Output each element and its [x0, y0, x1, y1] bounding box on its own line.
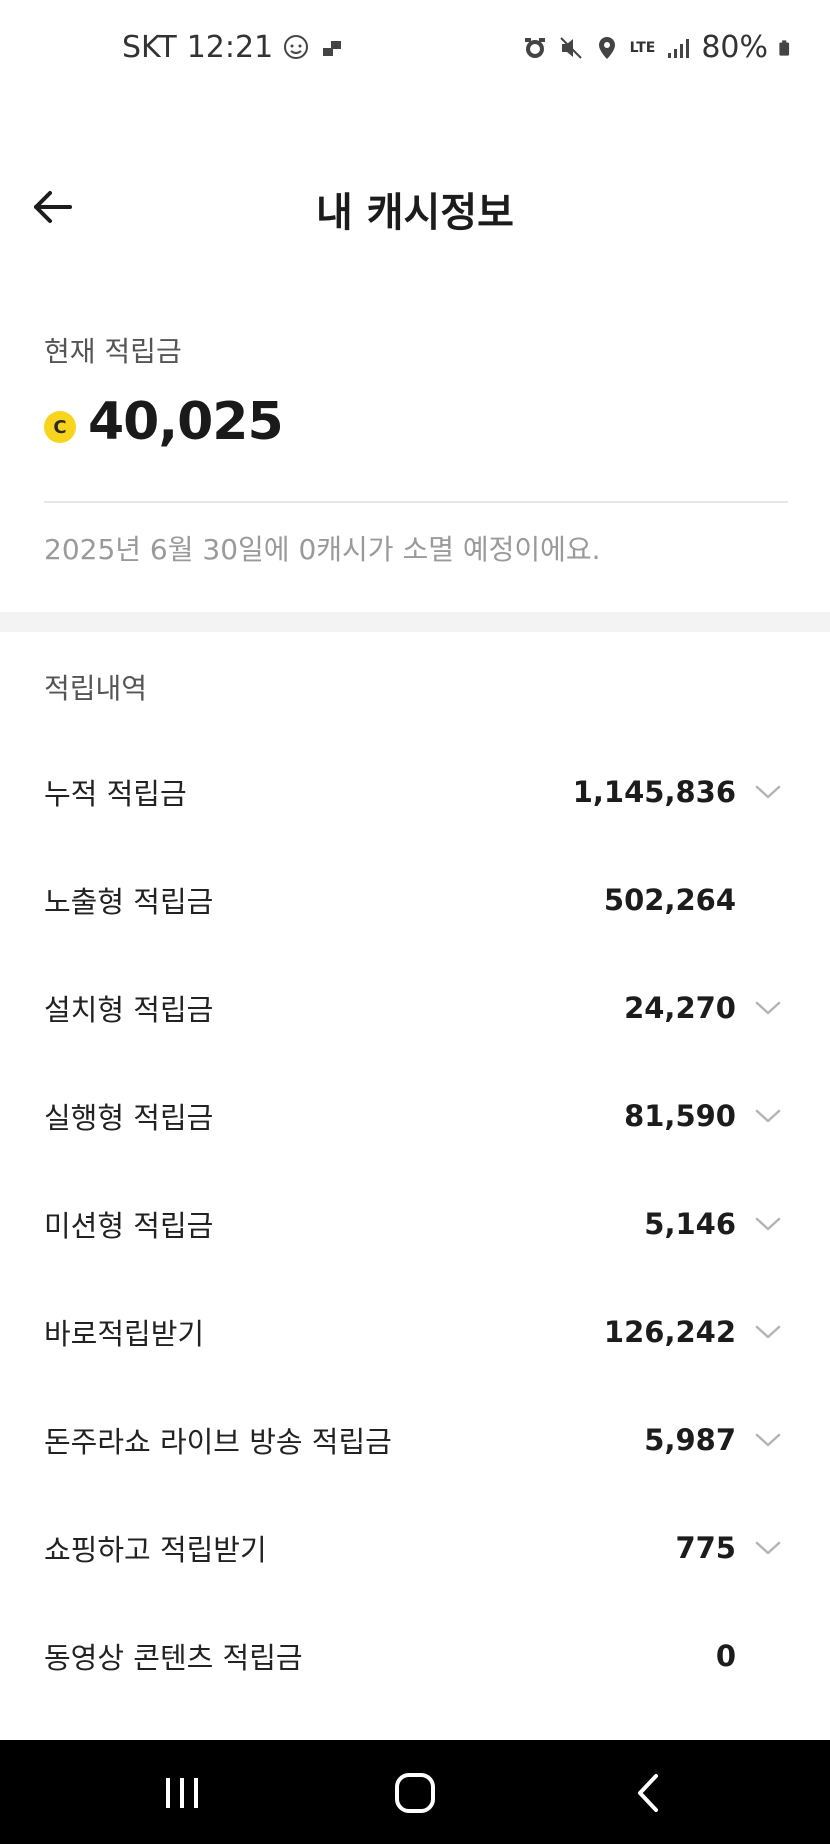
balance-section: 현재 적립금 C 40,025 — [44, 330, 788, 452]
chevron-down-icon[interactable] — [754, 1539, 782, 1557]
system-back-button[interactable] — [618, 1768, 678, 1818]
history-title: 적립내역 — [44, 672, 148, 705]
chevron-down-icon[interactable] — [754, 1431, 782, 1449]
battery-percent: 80% — [701, 30, 768, 65]
home-button[interactable] — [385, 1768, 445, 1818]
alarm-icon — [524, 37, 545, 58]
history-row-label: 미션형 적립금 — [44, 1209, 214, 1243]
system-nav-bar — [0, 1740, 830, 1844]
balance-label: 현재 적립금 — [44, 335, 182, 368]
chevron-down-icon[interactable] — [754, 783, 782, 801]
network-type: LTE — [629, 39, 656, 56]
face-notification-icon — [284, 34, 309, 59]
history-row-value: 126,242 — [603, 1315, 736, 1349]
history-list: 누적 적립금 1,145,836 노출형 적립금 502,264 설치형 적립금 24,2… — [0, 738, 830, 1710]
app-notification-icon — [323, 40, 342, 56]
history-row[interactable]: 설치형 적립금 24,270 — [0, 954, 830, 1062]
history-row-label: 노출형 적립금 — [44, 885, 214, 919]
history-row-label: 돈주라쇼 라이브 방송 적립금 — [44, 1425, 392, 1459]
page-title: 내 캐시정보 — [316, 190, 514, 236]
chevron-down-icon[interactable] — [754, 1215, 782, 1233]
coin-icon: C — [44, 411, 76, 443]
history-row[interactable]: 실행형 적립금 81,590 — [0, 1062, 830, 1170]
history-row[interactable]: 누적 적립금 1,145,836 — [0, 738, 830, 846]
history-row-value: 1,145,836 — [572, 775, 736, 809]
chevron-down-icon[interactable] — [754, 1107, 782, 1125]
history-row-label: 바로적립받기 — [44, 1317, 205, 1351]
history-row-value: 5,146 — [644, 1207, 736, 1241]
history-row: 노출형 적립금 502,264 — [0, 846, 830, 954]
divider — [44, 501, 788, 503]
history-row-value: 775 — [675, 1531, 736, 1565]
section-separator — [0, 612, 830, 632]
chevron-down-icon[interactable] — [754, 1323, 782, 1341]
chevron-down-icon[interactable] — [754, 999, 782, 1017]
history-row-label: 실행형 적립금 — [44, 1101, 214, 1135]
clock: 12:21 — [186, 30, 274, 65]
balance-row: C 40,025 — [44, 392, 788, 452]
history-row-label: 설치형 적립금 — [44, 993, 214, 1027]
recent-apps-button[interactable] — [152, 1768, 212, 1818]
history-row-value: 5,987 — [644, 1423, 736, 1457]
history-row: 동영상 콘텐츠 적립금 0 — [0, 1602, 830, 1710]
location-icon — [598, 36, 615, 59]
history-row[interactable]: 쇼핑하고 적립받기 775 — [0, 1494, 830, 1602]
history-row-label: 동영상 콘텐츠 적립금 — [44, 1641, 303, 1675]
battery-icon — [779, 39, 790, 56]
app-bar: 내 캐시정보 — [0, 160, 830, 250]
mute-icon — [559, 36, 582, 59]
back-icon — [638, 1774, 658, 1812]
home-icon — [395, 1773, 435, 1813]
carrier-label: SKT — [122, 30, 177, 65]
status-right: LTE 80% — [522, 30, 796, 65]
history-row-value: 24,270 — [624, 991, 736, 1025]
back-button[interactable] — [28, 182, 78, 232]
history-row[interactable]: 바로적립받기 126,242 — [0, 1278, 830, 1386]
history-row-label: 누적 적립금 — [44, 777, 187, 811]
history-row-value: 0 — [715, 1639, 736, 1673]
expiry-notice: 2025년 6월 30일에 0캐시가 소멸 예정이에요. — [44, 533, 601, 566]
history-row-label: 쇼핑하고 적립받기 — [44, 1533, 267, 1567]
history-row[interactable]: 돈주라쇼 라이브 방송 적립금 5,987 — [0, 1386, 830, 1494]
recent-apps-icon — [166, 1778, 198, 1808]
status-left: SKT 12:21 — [122, 30, 345, 65]
signal-icon — [668, 38, 690, 58]
history-row[interactable]: 미션형 적립금 5,146 — [0, 1170, 830, 1278]
history-row-value: 81,590 — [624, 1099, 736, 1133]
status-bar: SKT 12:21 LTE 80% — [0, 0, 830, 100]
arrow-left-icon — [34, 191, 72, 223]
history-row-value: 502,264 — [603, 883, 736, 917]
balance-amount: 40,025 — [88, 392, 284, 452]
